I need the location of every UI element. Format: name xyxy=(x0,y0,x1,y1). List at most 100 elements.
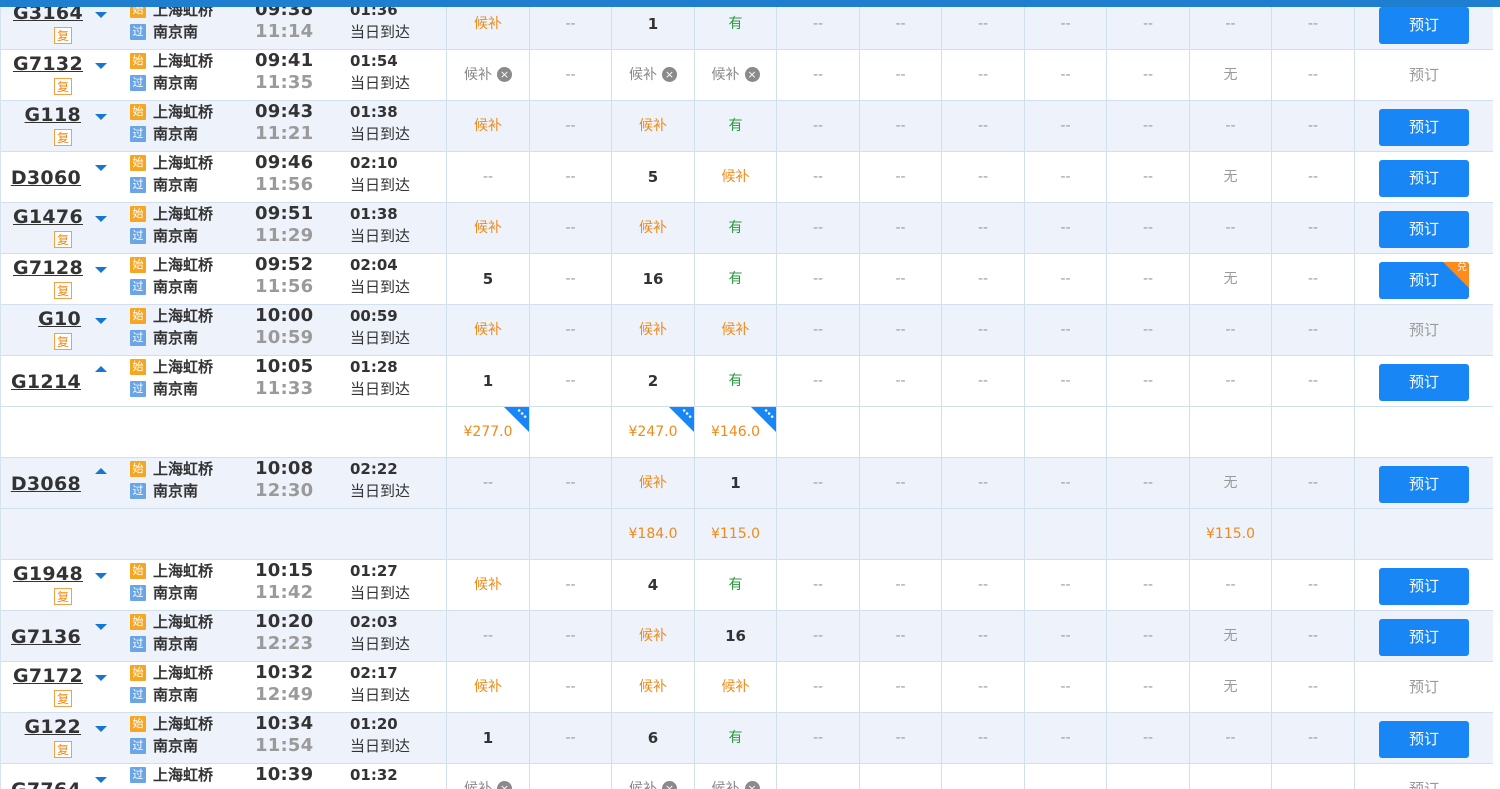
seat-availability: -- xyxy=(565,271,576,287)
expand-caret-icon[interactable] xyxy=(95,318,107,324)
arrival-time: 12:30 xyxy=(255,480,314,501)
seat-cell: -- xyxy=(776,152,859,202)
seat-cell[interactable]: 候补 × xyxy=(694,764,776,789)
seat-availability: -- xyxy=(482,169,494,185)
book-button[interactable]: 预订 xyxy=(1379,211,1469,248)
to-station: 过南京南 xyxy=(130,736,250,756)
seat-availability: -- xyxy=(1225,220,1236,236)
seat-cell[interactable]: 候补 xyxy=(446,662,529,712)
close-icon[interactable]: × xyxy=(662,780,677,789)
seat-cell: -- xyxy=(1024,611,1106,661)
train-number-link[interactable]: D3068 xyxy=(11,474,81,494)
expand-caret-icon[interactable] xyxy=(95,573,107,579)
expand-caret-icon[interactable] xyxy=(95,675,107,681)
train-number-link[interactable]: G7172 xyxy=(13,666,83,686)
seat-cell[interactable]: 候补 xyxy=(446,7,529,49)
book-button[interactable]: 预订 xyxy=(1379,7,1469,44)
train-number-link[interactable]: G3164 xyxy=(13,7,83,23)
seat-availability: -- xyxy=(565,67,576,83)
seat-cell[interactable]: 候补 xyxy=(611,101,694,151)
seat-cell: -- xyxy=(776,458,859,508)
train-number-link[interactable]: G7136 xyxy=(11,627,81,647)
seat-cell[interactable]: 候补 × xyxy=(694,50,776,100)
expand-caret-icon[interactable] xyxy=(95,726,107,732)
seat-cell: 无 xyxy=(1189,50,1271,100)
close-icon[interactable]: × xyxy=(662,66,677,82)
close-icon[interactable]: × xyxy=(497,780,512,789)
seat-cell[interactable]: 候补 × xyxy=(611,50,694,100)
seat-cell[interactable]: 候补 xyxy=(446,203,529,253)
seat-availability: -- xyxy=(565,220,576,236)
seat-cell[interactable]: 候补 × xyxy=(446,764,529,789)
train-number-link[interactable]: G7128 xyxy=(13,258,83,278)
expand-caret-icon[interactable] xyxy=(95,114,107,120)
seat-cell[interactable]: 候补 × xyxy=(611,764,694,789)
close-icon[interactable]: × xyxy=(497,66,512,82)
seat-cell[interactable]: 候补 xyxy=(446,101,529,151)
book-button[interactable]: 预订 xyxy=(1379,619,1469,656)
train-number-link[interactable]: G1476 xyxy=(13,207,83,227)
seat-availability: 2 xyxy=(647,372,659,390)
train-number-link[interactable]: G7764 xyxy=(11,780,81,789)
pass-station-icon: 过 xyxy=(130,483,146,499)
to-station-name: 南京南 xyxy=(153,584,199,602)
seat-cell[interactable]: 候补 xyxy=(611,662,694,712)
expand-caret-icon[interactable] xyxy=(95,63,107,69)
to-station: 过南京南 xyxy=(130,175,250,195)
departure-time: 10:20 xyxy=(255,611,314,632)
seat-cell[interactable]: 候补 xyxy=(611,305,694,355)
seat-cell: -- xyxy=(859,152,941,202)
departure-time: 10:00 xyxy=(255,305,314,326)
seat-cell[interactable]: 候补 × xyxy=(446,50,529,100)
seat-cell: -- xyxy=(1189,101,1271,151)
duration: 02:17 xyxy=(350,664,398,682)
duration-cell: 01:28 当日到达 xyxy=(350,357,442,400)
expand-caret-icon[interactable] xyxy=(95,624,107,630)
seat-cell[interactable]: 候补 xyxy=(446,305,529,355)
expand-caret-icon[interactable] xyxy=(95,12,107,18)
arrival-time: 11:56 xyxy=(255,276,314,297)
seat-cell[interactable]: 候补 xyxy=(611,203,694,253)
seat-cell[interactable]: 候补 xyxy=(694,662,776,712)
seat-cell: -- xyxy=(1106,611,1189,661)
arrival-time: 11:35 xyxy=(255,72,314,93)
book-button[interactable]: 预订 xyxy=(1379,109,1469,146)
book-button[interactable]: 预订 xyxy=(1379,160,1469,197)
expand-caret-icon[interactable] xyxy=(95,267,107,273)
seat-cell: -- xyxy=(941,662,1024,712)
time-cell: 10:05 11:33 xyxy=(255,357,335,400)
train-number-link[interactable]: G7132 xyxy=(13,54,83,74)
close-icon[interactable]: × xyxy=(744,780,760,789)
expand-caret-icon[interactable] xyxy=(95,216,107,222)
expand-caret-icon[interactable] xyxy=(95,165,107,171)
close-icon[interactable]: × xyxy=(744,66,760,82)
train-number-link[interactable]: G10 xyxy=(13,309,81,329)
train-number-link[interactable]: G122 xyxy=(13,717,81,737)
train-number-link[interactable]: G1214 xyxy=(11,372,81,392)
train-row: D3060 始上海虹桥过南京南 09:46 11:56 02:10 当日到达 -- -- 5 候补… xyxy=(1,152,1493,203)
seat-cell[interactable]: 候补 xyxy=(694,152,776,202)
book-button[interactable]: 预订 xyxy=(1379,364,1469,401)
seat-availability: -- xyxy=(565,475,576,491)
train-number-link[interactable]: G118 xyxy=(13,105,81,125)
seat-availability: -- xyxy=(977,577,989,593)
to-station-name: 南京南 xyxy=(153,482,199,500)
book-button[interactable]: 预订 xyxy=(1379,466,1469,503)
seat-cell[interactable]: 候补 xyxy=(611,611,694,661)
start-station-icon: 始 xyxy=(130,716,146,732)
seat-cell[interactable]: 候补 xyxy=(694,305,776,355)
collapse-caret-icon[interactable] xyxy=(95,468,107,474)
expand-caret-icon[interactable] xyxy=(95,777,107,783)
seat-cell[interactable]: 候补 xyxy=(446,560,529,610)
pass-station-icon: 过 xyxy=(130,126,146,142)
train-number-link[interactable]: G1948 xyxy=(13,564,83,584)
collapse-caret-icon[interactable] xyxy=(95,366,107,372)
arrival-note: 当日到达 xyxy=(350,23,411,41)
book-button[interactable]: 预订 xyxy=(1379,721,1469,758)
pass-station-icon: 过 xyxy=(130,767,146,783)
book-button[interactable]: 预订 xyxy=(1379,568,1469,605)
book-button[interactable]: 预订 兑 xyxy=(1379,262,1469,299)
start-station-icon: 始 xyxy=(130,257,146,273)
train-number-link[interactable]: D3060 xyxy=(11,168,81,188)
seat-cell[interactable]: 候补 xyxy=(611,458,694,508)
